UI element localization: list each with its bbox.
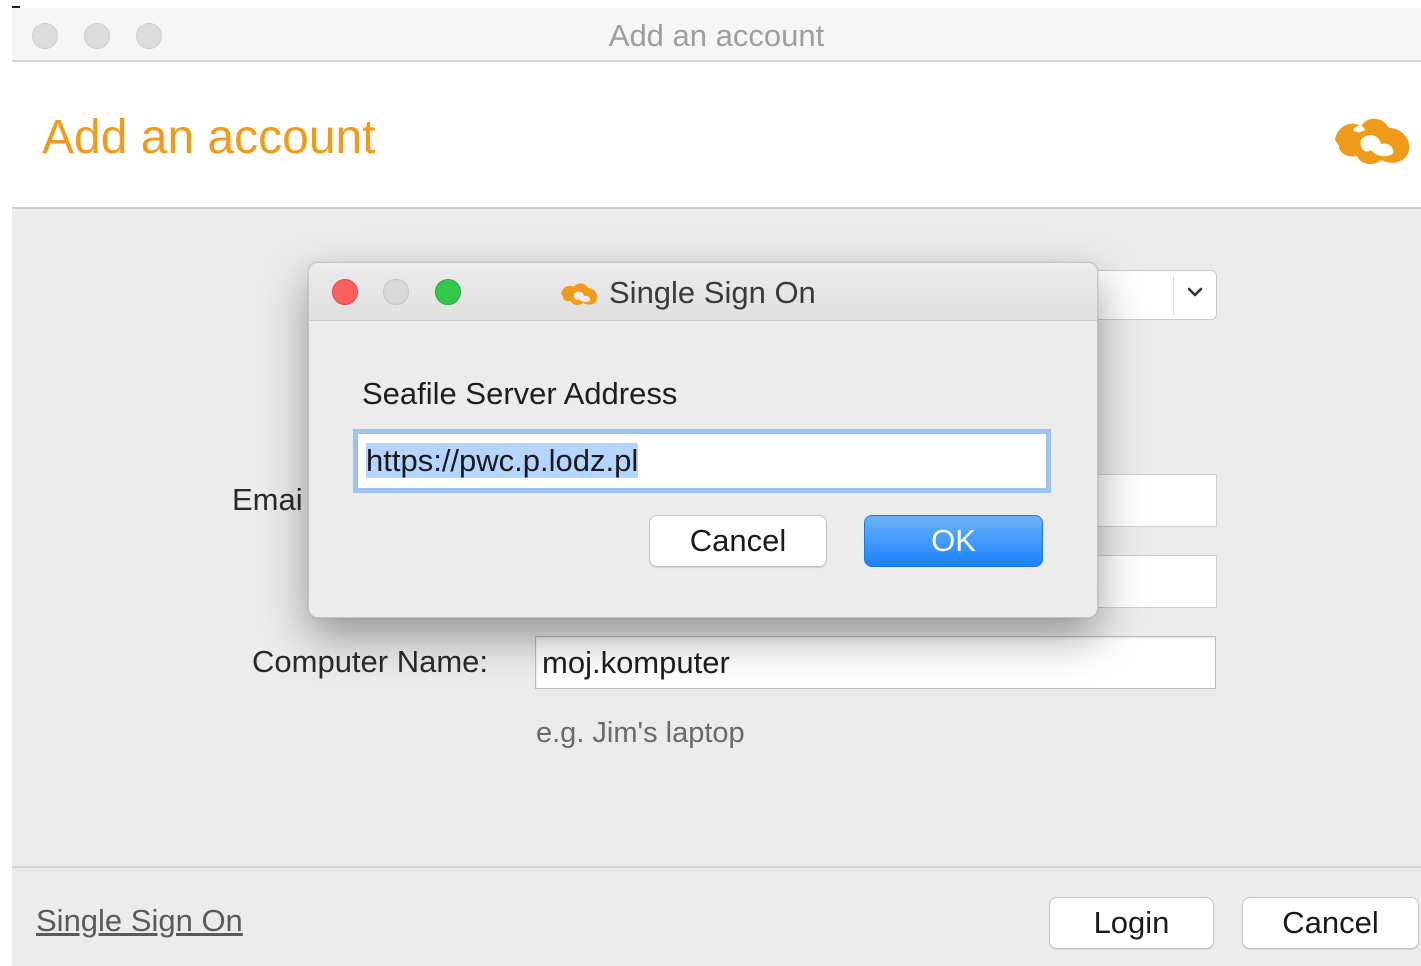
dialog-title-container: Single Sign On bbox=[559, 275, 816, 311]
select-separator bbox=[1173, 275, 1174, 315]
single-sign-on-dialog: Single Sign On Seafile Server Address ht… bbox=[308, 262, 1098, 618]
window-title: Add an account bbox=[608, 18, 825, 53]
server-address-input[interactable]: https://pwc.p.lodz.pl bbox=[357, 433, 1047, 489]
seafile-logo-icon bbox=[561, 283, 598, 306]
cancel-button[interactable]: Cancel bbox=[1242, 897, 1419, 949]
computer-name-input[interactable]: moj.komputer bbox=[535, 636, 1216, 689]
dialog-cancel-button[interactable]: Cancel bbox=[649, 515, 827, 567]
header: Add an account bbox=[12, 62, 1421, 209]
seafile-logo-icon bbox=[1335, 118, 1410, 165]
footer-divider bbox=[12, 866, 1421, 868]
single-sign-on-link[interactable]: Single Sign On bbox=[36, 903, 243, 939]
email-label: Emai bbox=[232, 482, 303, 517]
dialog-ok-button[interactable]: OK bbox=[864, 515, 1043, 567]
dialog-titlebar[interactable]: Single Sign On bbox=[309, 263, 1097, 321]
chevron-down-icon bbox=[1187, 287, 1203, 297]
computer-name-hint: e.g. Jim's laptop bbox=[536, 717, 745, 749]
dialog-title: Single Sign On bbox=[609, 275, 816, 310]
server-address-label: Seafile Server Address bbox=[362, 376, 678, 411]
computer-name-label: Computer Name: bbox=[252, 644, 489, 679]
server-address-value: https://pwc.p.lodz.pl bbox=[366, 443, 639, 478]
page-title: Add an account bbox=[42, 111, 376, 164]
dialog-minimize-button[interactable] bbox=[383, 279, 409, 305]
dialog-close-button[interactable] bbox=[332, 279, 358, 305]
window-titlebar[interactable]: Add an account bbox=[12, 8, 1421, 62]
login-button[interactable]: Login bbox=[1049, 897, 1214, 949]
dialog-zoom-button[interactable] bbox=[435, 279, 461, 305]
